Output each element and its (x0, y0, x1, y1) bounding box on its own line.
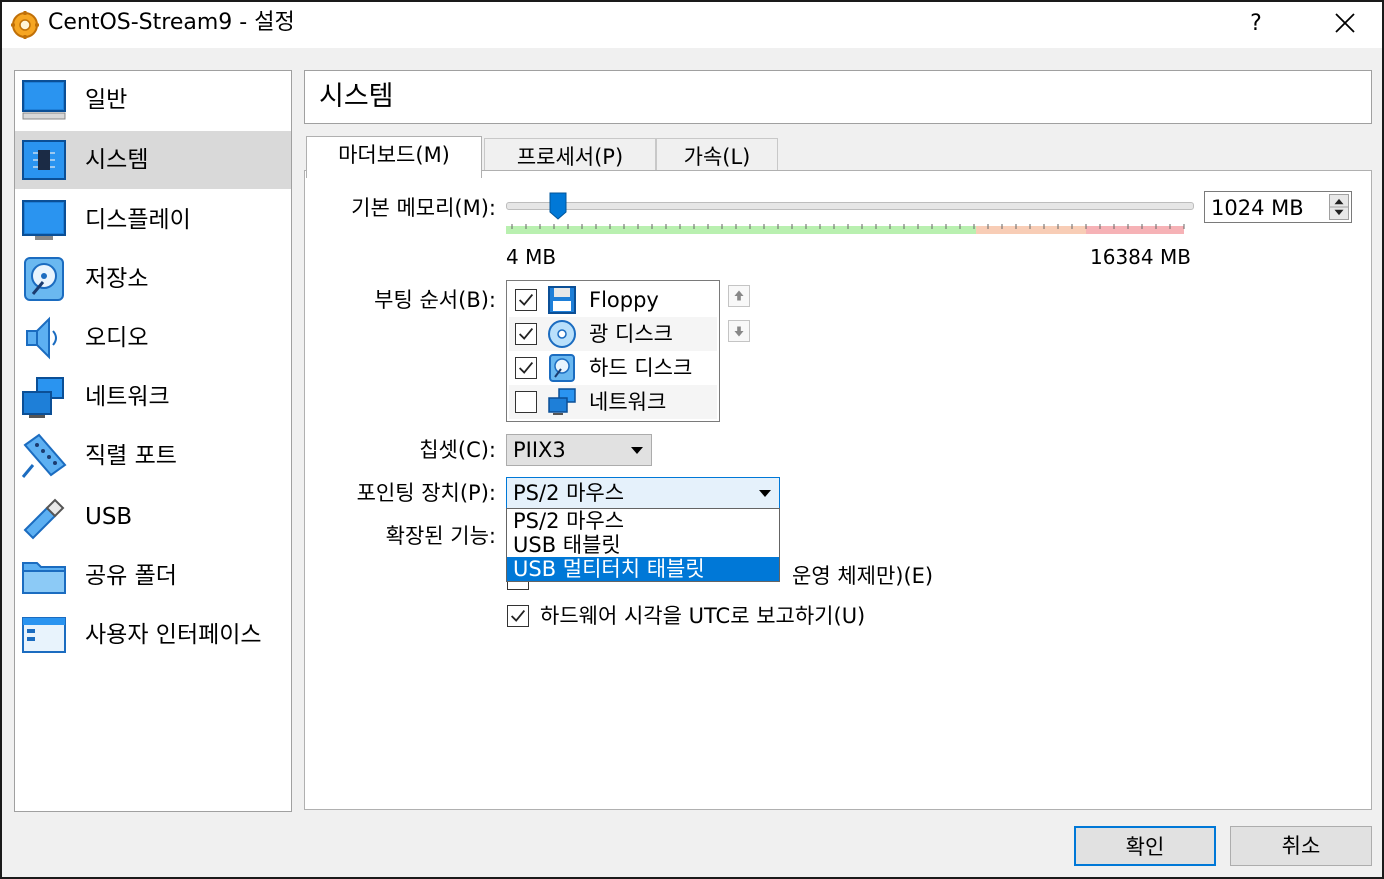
extended-features-label: 확장된 기능: (385, 524, 496, 548)
optical-disc-icon (548, 320, 576, 348)
page-title: 시스템 (319, 81, 394, 112)
page-header: 시스템 (304, 70, 1372, 124)
boot-item-label: Floppy (589, 288, 659, 312)
network-icon (22, 377, 64, 418)
memory-max-label: 16384 MB (1090, 245, 1191, 269)
sidebar-item-network[interactable]: 네트워크 (15, 368, 291, 426)
move-down-icon[interactable] (728, 320, 750, 342)
sidebar-item-label: USB (85, 504, 133, 530)
sidebar-item-label: 오디오 (85, 325, 149, 351)
close-icon[interactable] (1322, 6, 1368, 42)
chipset-label: 칩셋(C): (419, 438, 496, 462)
chipset-select[interactable]: PIIX3 (506, 434, 652, 466)
pointing-device-value: PS/2 마우스 (513, 481, 625, 505)
pointing-device-label: 포인팅 장치(P): (356, 481, 496, 505)
sidebar-item-label: 저장소 (85, 266, 149, 292)
option-ps2-mouse[interactable]: PS/2 마우스 (507, 509, 779, 533)
sidebar-item-serial-port[interactable]: 직렬 포트 (15, 427, 291, 485)
memory-spinbox[interactable]: 1024 MB (1204, 191, 1352, 223)
sidebar-item-general[interactable]: 일반 (15, 71, 291, 129)
sidebar-item-display[interactable]: 디스플레이 (15, 191, 291, 249)
general-monitor-icon (22, 80, 66, 120)
hard-disk-icon (549, 354, 575, 382)
pointing-device-dropdown: PS/2 마우스 USB 태블릿 USB 멀티터치 태블릿 (506, 508, 780, 582)
network-icon (548, 388, 576, 415)
floppy-icon (548, 286, 576, 314)
option-usb-tablet[interactable]: USB 태블릿 (507, 533, 779, 557)
option-usb-multitouch-tablet[interactable]: USB 멀티터치 태블릿 (507, 557, 779, 581)
tab-motherboard[interactable]: 마더보드(M) (306, 136, 482, 178)
pointing-device-select[interactable]: PS/2 마우스 (506, 477, 780, 509)
boot-order-list: Floppy 광 디스크 하드 디스크 네트워크 (506, 280, 720, 422)
utc-label: 하드웨어 시각을 UTC로 보고하기(U) (540, 604, 866, 628)
chevron-down-icon (759, 490, 771, 497)
memory-slider-track[interactable] (506, 202, 1194, 210)
sidebar-item-storage[interactable]: 저장소 (15, 250, 291, 308)
sidebar-item-label: 시스템 (85, 147, 149, 173)
boot-item-floppy[interactable]: Floppy (509, 283, 717, 317)
ok-button[interactable]: 확인 (1074, 826, 1216, 866)
audio-speaker-icon (26, 316, 57, 360)
boot-item-label: 네트워크 (589, 390, 667, 414)
boot-item-hard-disk[interactable]: 하드 디스크 (509, 351, 717, 385)
memory-slider-handle[interactable] (548, 192, 568, 220)
base-memory-label: 기본 메모리(M): (351, 196, 496, 220)
window-title: CentOS-Stream9 - 설정 (48, 10, 295, 35)
virtualbox-gear-icon (11, 11, 39, 39)
boot-network-checkbox[interactable] (515, 391, 537, 413)
boot-item-network[interactable]: 네트워크 (509, 385, 717, 419)
boot-hard-disk-checkbox[interactable] (515, 357, 537, 379)
system-chip-icon (22, 140, 66, 180)
boot-item-label: 하드 디스크 (589, 356, 693, 380)
display-monitor-icon (22, 200, 66, 240)
boot-order-label: 부팅 순서(B): (374, 288, 496, 312)
boot-item-label: 광 디스크 (589, 322, 673, 346)
help-button[interactable]: ? (1236, 6, 1276, 42)
sidebar-item-label: 디스플레이 (85, 207, 191, 233)
sidebar-item-shared-folders[interactable]: 공유 폴더 (15, 547, 291, 605)
title-bar: CentOS-Stream9 - 설정 ? (2, 2, 1382, 48)
sidebar-item-audio[interactable]: 오디오 (15, 309, 291, 367)
sidebar-item-label: 네트워크 (85, 384, 170, 410)
sidebar-item-user-interface[interactable]: 사용자 인터페이스 (15, 606, 291, 664)
usb-icon (23, 498, 65, 540)
memory-value: 1024 MB (1211, 196, 1304, 220)
sidebar-item-label: 일반 (85, 87, 128, 113)
cancel-button[interactable]: 취소 (1230, 826, 1372, 866)
settings-sidebar: 일반 시스템 디스플레이 저장소 오디오 네트워크 직렬 포트 USB 공유 폴… (14, 70, 292, 812)
settings-window: CentOS-Stream9 - 설정 ? 일반 시스템 디스플레이 저장소 오… (0, 0, 1384, 879)
spin-up-down-icon[interactable] (1329, 194, 1349, 220)
memory-min-label: 4 MB (506, 245, 557, 269)
shared-folder-icon (22, 562, 66, 594)
user-interface-icon (22, 617, 66, 653)
serial-port-icon (21, 433, 67, 478)
boot-item-optical[interactable]: 광 디스크 (509, 317, 717, 351)
chipset-value: PIIX3 (513, 438, 566, 462)
sidebar-item-usb[interactable]: USB (15, 488, 291, 546)
sidebar-item-label: 공유 폴더 (85, 563, 177, 589)
storage-disk-icon (24, 257, 64, 301)
sidebar-item-label: 사용자 인터페이스 (85, 622, 262, 648)
chevron-down-icon (631, 447, 643, 454)
boot-optical-checkbox[interactable] (515, 323, 537, 345)
sidebar-item-system[interactable]: 시스템 (15, 131, 291, 189)
memory-slider-scale (506, 224, 1185, 234)
efi-label-visible: 운영 체제만)(E) (792, 564, 934, 588)
move-up-icon[interactable] (728, 285, 750, 307)
sidebar-item-label: 직렬 포트 (85, 443, 177, 469)
boot-floppy-checkbox[interactable] (515, 289, 537, 311)
utc-checkbox[interactable] (507, 605, 529, 627)
